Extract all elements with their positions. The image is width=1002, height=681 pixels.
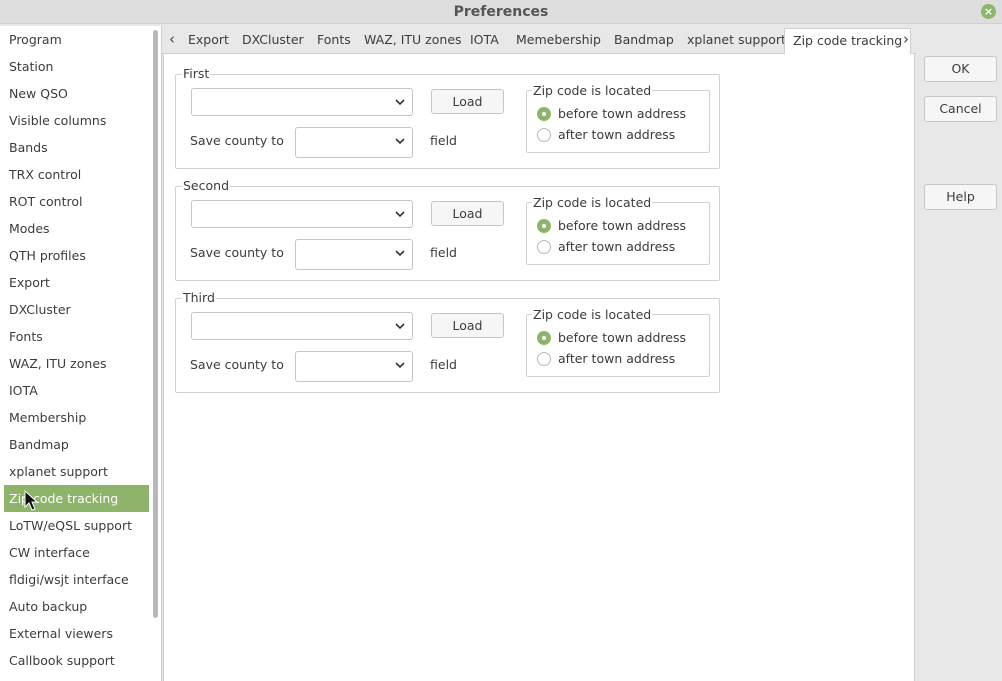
field-label: field (430, 357, 457, 372)
county-field-select[interactable] (295, 127, 413, 158)
sidebar-item-new-qso[interactable]: New QSO (4, 80, 149, 107)
zip-file-select[interactable] (191, 200, 413, 228)
sidebar-item-station[interactable]: Station (4, 53, 149, 80)
radio-label: after town address (558, 351, 676, 366)
zip-location-group: Zip code is located before town address af… (526, 307, 710, 377)
sidebar-item-auto-backup[interactable]: Auto backup (4, 593, 149, 620)
save-county-label: Save county to (190, 357, 284, 372)
close-icon[interactable]: × (981, 4, 996, 19)
ok-button[interactable]: OK (924, 56, 997, 82)
sidebar-scrollbar[interactable] (153, 30, 158, 618)
chevron-down-icon (395, 138, 405, 145)
field-label: field (430, 133, 457, 148)
county-field-select[interactable] (295, 351, 413, 382)
radio-button[interactable] (537, 107, 551, 121)
sidebar-item-fonts[interactable]: Fonts (4, 323, 149, 350)
sidebar-item-visible-columns[interactable]: Visible columns (4, 107, 149, 134)
radio-button[interactable] (537, 128, 551, 142)
tab-bandmap[interactable]: Bandmap (614, 28, 674, 54)
chevron-down-icon (395, 323, 405, 330)
sidebar-item-cw-interface[interactable]: CW interface (4, 539, 149, 566)
tab-dxcluster[interactable]: DXCluster (242, 28, 304, 54)
tab-bar: ‹ Export DXCluster Fonts WAZ, ITU zones IOTA… (162, 26, 916, 55)
tab-export[interactable]: Export (188, 28, 229, 54)
cancel-button[interactable]: Cancel (924, 96, 997, 122)
radio-label: before town address (558, 218, 686, 233)
chevron-down-icon (395, 211, 405, 218)
group-title: Third (182, 290, 216, 305)
sidebar-item-membership[interactable]: Membership (4, 404, 149, 431)
radio-button[interactable] (537, 331, 551, 345)
sidebar-item-trx-control[interactable]: TRX control (4, 161, 149, 188)
zip-location-title: Zip code is located (532, 307, 653, 322)
zip-group-second: Second Load Save county to field Zip code is… (175, 178, 720, 281)
zip-location-title: Zip code is located (532, 195, 653, 210)
radio-label: before town address (558, 330, 686, 345)
zip-location-group: Zip code is located before town address af… (526, 195, 710, 265)
load-button[interactable]: Load (431, 201, 504, 226)
sidebar-item-qth-profiles[interactable]: QTH profiles (4, 242, 149, 269)
chevron-down-icon (395, 362, 405, 369)
load-button[interactable]: Load (431, 89, 504, 114)
zip-location-group: Zip code is located before town address af… (526, 83, 710, 153)
sidebar-item-lotw-eqsl-support[interactable]: LoTW/eQSL support (4, 512, 149, 539)
chevron-down-icon (395, 250, 405, 257)
zip-group-third: Third Load Save county to field Zip code is … (175, 290, 720, 393)
tab-scroll-right-icon[interactable]: › (898, 30, 914, 50)
group-title: First (182, 66, 211, 81)
sidebar-item-bandmap[interactable]: Bandmap (4, 431, 149, 458)
window-title: Preferences (453, 4, 549, 20)
zip-file-select[interactable] (191, 88, 413, 116)
sidebar-item-xplanet-support[interactable]: xplanet support (4, 458, 149, 485)
sidebar-item-program[interactable]: Program (4, 26, 149, 53)
title-bar: Preferences × (0, 0, 1002, 24)
radio-label: before town address (558, 106, 686, 121)
zip-location-title: Zip code is located (532, 83, 653, 98)
radio-label: after town address (558, 239, 676, 254)
sidebar-item-export[interactable]: Export (4, 269, 149, 296)
zip-group-first: First Load Save county to field Zip code is … (175, 66, 720, 169)
sidebar-item-rot-control[interactable]: ROT control (4, 188, 149, 215)
radio-button[interactable] (537, 240, 551, 254)
radio-button[interactable] (537, 219, 551, 233)
mouse-cursor-icon (24, 490, 38, 511)
category-list: Program Station New QSO Visible columns Band… (0, 26, 162, 681)
group-title: Second (182, 178, 231, 193)
tab-zip-code-tracking[interactable]: Zip code tracking (784, 28, 912, 55)
sidebar-item-iota[interactable]: IOTA (4, 377, 149, 404)
sidebar-item-bands[interactable]: Bands (4, 134, 149, 161)
radio-label: after town address (558, 127, 676, 142)
tab-scroll-left-icon[interactable]: ‹ (164, 30, 180, 50)
tab-memebership[interactable]: Memebership (516, 28, 601, 54)
chevron-down-icon (395, 99, 405, 106)
load-button[interactable]: Load (431, 313, 504, 338)
tab-iota[interactable]: IOTA (470, 28, 499, 54)
zip-code-tracking-page: First Load Save county to field Zip code is … (163, 54, 915, 681)
save-county-label: Save county to (190, 245, 284, 260)
sidebar-item-dxcluster[interactable]: DXCluster (4, 296, 149, 323)
help-button[interactable]: Help (924, 184, 997, 210)
save-county-label: Save county to (190, 133, 284, 148)
zip-file-select[interactable] (191, 312, 413, 340)
category-list-items: Program Station New QSO Visible columns Band… (4, 26, 149, 674)
sidebar-item-external-viewers[interactable]: External viewers (4, 620, 149, 647)
radio-button[interactable] (537, 352, 551, 366)
tab-xplanet-support[interactable]: xplanet support (687, 28, 786, 54)
county-field-select[interactable] (295, 239, 413, 270)
sidebar-item-modes[interactable]: Modes (4, 215, 149, 242)
field-label: field (430, 245, 457, 260)
tab-fonts[interactable]: Fonts (317, 28, 351, 54)
sidebar-item-fldigi-wsjt-interface[interactable]: fldigi/wsjt interface (4, 566, 149, 593)
tab-waz-itu-zones[interactable]: WAZ, ITU zones (364, 28, 462, 54)
sidebar-item-callbook-support[interactable]: Callbook support (4, 647, 149, 674)
sidebar-item-waz-itu-zones[interactable]: WAZ, ITU zones (4, 350, 149, 377)
